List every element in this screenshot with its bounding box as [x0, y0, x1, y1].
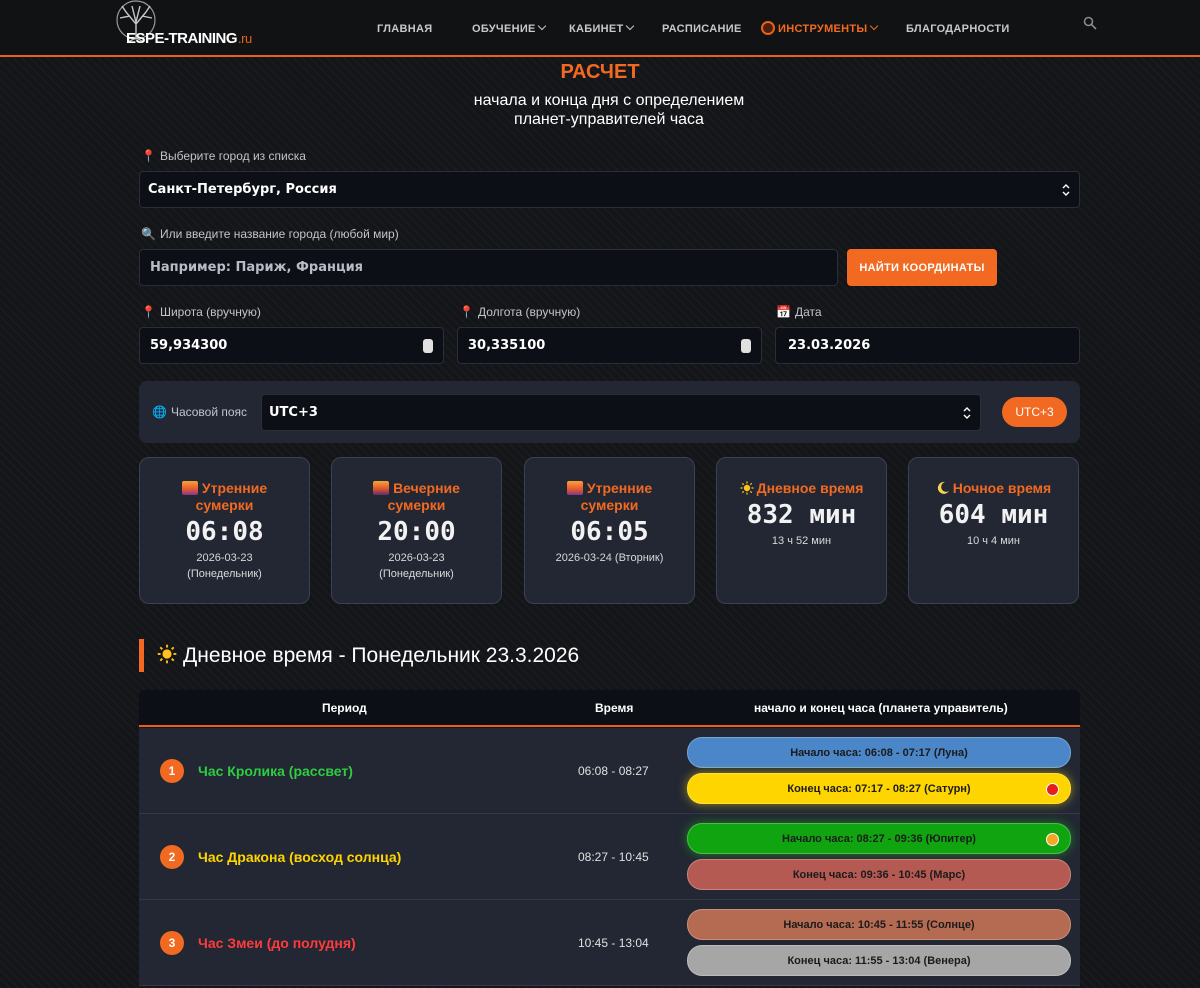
select-arrows-icon — [1062, 183, 1070, 196]
period-name: Час Дракона (восход солнца) — [198, 849, 402, 865]
timezone-badge: UTC+3 — [1002, 397, 1067, 427]
sun-icon — [740, 481, 754, 495]
map-pin-icon: 📍 — [141, 305, 156, 319]
table-row: 2 Час Дракона (восход солнца) 08:27 - 10:4… — [139, 814, 1080, 900]
page-title: РАСЧЕТ — [560, 61, 640, 83]
period-time: 08:27 - 10:45 — [578, 850, 649, 864]
period-name: Час Змеи (до полудня) — [198, 935, 356, 951]
chevron-down-icon — [625, 21, 634, 31]
search-icon[interactable] — [1083, 16, 1097, 30]
column-header-period: Период — [322, 701, 367, 715]
hour-end-pill: Конец часа: 09:36 - 10:45 (Марс) — [687, 859, 1071, 890]
hour-start-pill: Начало часа: 06:08 - 07:17 (Луна) — [687, 737, 1071, 768]
city-search-input[interactable]: Например: Париж, Франция — [139, 249, 838, 286]
table-row: 1 Час Кролика (рассвет) 06:08 - 08:27 Начал… — [139, 728, 1080, 814]
section-title: Дневное время - Понедельник 23.3.2026 — [157, 644, 579, 668]
latitude-input[interactable]: 59,934300 — [139, 327, 444, 364]
magnifier-icon: 🔍 — [141, 227, 156, 241]
card-value: 06:08 — [185, 517, 264, 547]
logo-suffix-text: .ru — [238, 31, 252, 46]
nav-item-home[interactable]: ГЛАВНАЯ — [377, 23, 432, 35]
card-value: 06:05 — [570, 517, 649, 547]
city-select-label: 📍 Выберите город из списка — [141, 149, 306, 163]
hour-end-pill: Конец часа: 11:55 - 13:04 (Венера) — [687, 945, 1071, 976]
table-header: Период Время начало и конец часа (планет… — [139, 690, 1080, 727]
section-accent-bar — [139, 639, 144, 672]
latitude-label: 📍 Широта (вручную) — [141, 305, 261, 319]
chevron-down-icon — [537, 21, 546, 31]
logo-main-text: ESPE-TRAINING — [126, 30, 238, 47]
nav-item-schedule[interactable]: РАСПИСАНИЕ — [662, 23, 742, 35]
crescent-moon-icon — [937, 481, 949, 494]
column-header-time: Время — [595, 701, 634, 715]
date-label: 📅 Дата — [776, 305, 822, 319]
number-spinner-icon[interactable] — [423, 338, 433, 353]
row-number-badge: 2 — [160, 845, 184, 869]
tools-icon — [761, 21, 775, 35]
hour-start-pill: Начало часа: 10:45 - 11:55 (Солнце) — [687, 909, 1071, 940]
timezone-select[interactable]: UTC+3 — [261, 394, 981, 431]
sun-icon — [157, 644, 177, 664]
map-pin-icon: 📍 — [459, 305, 474, 319]
map-pin-icon: 📍 — [141, 149, 156, 163]
calendar-icon: 📅 — [776, 305, 791, 319]
find-coordinates-button[interactable]: НАЙТИ КООРДИНАТЫ — [847, 249, 997, 286]
card-value: 604 мин — [938, 500, 1049, 530]
column-header-planet-hours: начало и конец часа (планета управитель) — [754, 701, 1008, 715]
globe-icon: 🌐 — [152, 405, 167, 419]
period-time: 10:45 - 13:04 — [578, 936, 649, 950]
page-subtitle: начала и конца дня с определением планет… — [473, 92, 745, 128]
top-navigation: ESPE-TRAINING.ru ГЛАВНАЯ ОБУЧЕНИЕ КАБИНЕ… — [0, 0, 1200, 57]
current-hour-indicator-icon — [1046, 783, 1059, 796]
date-input[interactable]: 23.03.2026 — [775, 327, 1080, 364]
longitude-label: 📍 Долгота (вручную) — [459, 305, 581, 319]
hour-end-pill: Конец часа: 07:17 - 08:27 (Сатурн) — [687, 773, 1071, 804]
site-logo[interactable]: ESPE-TRAINING.ru — [112, 0, 252, 52]
nav-item-learning[interactable]: ОБУЧЕНИЕ — [472, 21, 546, 35]
chevron-down-icon — [869, 21, 878, 31]
card-value: 20:00 — [377, 517, 456, 547]
period-name: Час Кролика (рассвет) — [198, 763, 353, 779]
nav-item-cabinet[interactable]: КАБИНЕТ — [569, 21, 634, 35]
card-evening-twilight: Вечерние сумерки 20:00 2026-03-23 (Понеде… — [331, 457, 502, 604]
hour-start-pill: Начало часа: 08:27 - 09:36 (Юпитер) — [687, 823, 1071, 854]
card-next-morning-twilight: Утренние сумерки 06:05 2026-03-24 (Вторн… — [524, 457, 695, 604]
timezone-label: 🌐 Часовой пояс — [152, 405, 248, 419]
number-spinner-icon[interactable] — [741, 338, 751, 353]
city-select[interactable]: Санкт-Петербург, Россия — [139, 171, 1080, 208]
select-arrows-icon — [963, 406, 971, 419]
period-time: 06:08 - 08:27 — [578, 764, 649, 778]
nav-item-thanks[interactable]: БЛАГОДАРНОСТИ — [906, 23, 1010, 35]
sunrise-icon — [181, 481, 198, 495]
timezone-panel: 🌐 Часовой пояс UTC+3 UTC+3 — [139, 381, 1080, 443]
card-morning-twilight: Утренние сумерки 06:08 2026-03-23 (Понеде… — [139, 457, 310, 604]
table-row: 3 Час Змеи (до полудня) 10:45 - 13:04 Начал… — [139, 900, 1080, 986]
row-number-badge: 1 — [160, 759, 184, 783]
card-night-length: Ночное время 604 мин 10 ч 4 мин — [908, 457, 1079, 604]
sunrise-icon — [566, 481, 583, 495]
current-hour-indicator-icon — [1046, 833, 1059, 846]
city-search-label: 🔍 Или введите название города (любой мир) — [141, 227, 399, 241]
row-number-badge: 3 — [160, 931, 184, 955]
nav-item-tools[interactable]: ИНСТРУМЕНТЫ — [761, 21, 878, 36]
longitude-input[interactable]: 30,335100 — [457, 327, 762, 364]
card-value: 832 мин — [746, 500, 857, 530]
cityscape-dusk-icon — [373, 481, 390, 495]
card-day-length: Дневное время 832 мин 13 ч 52 мин — [716, 457, 887, 604]
